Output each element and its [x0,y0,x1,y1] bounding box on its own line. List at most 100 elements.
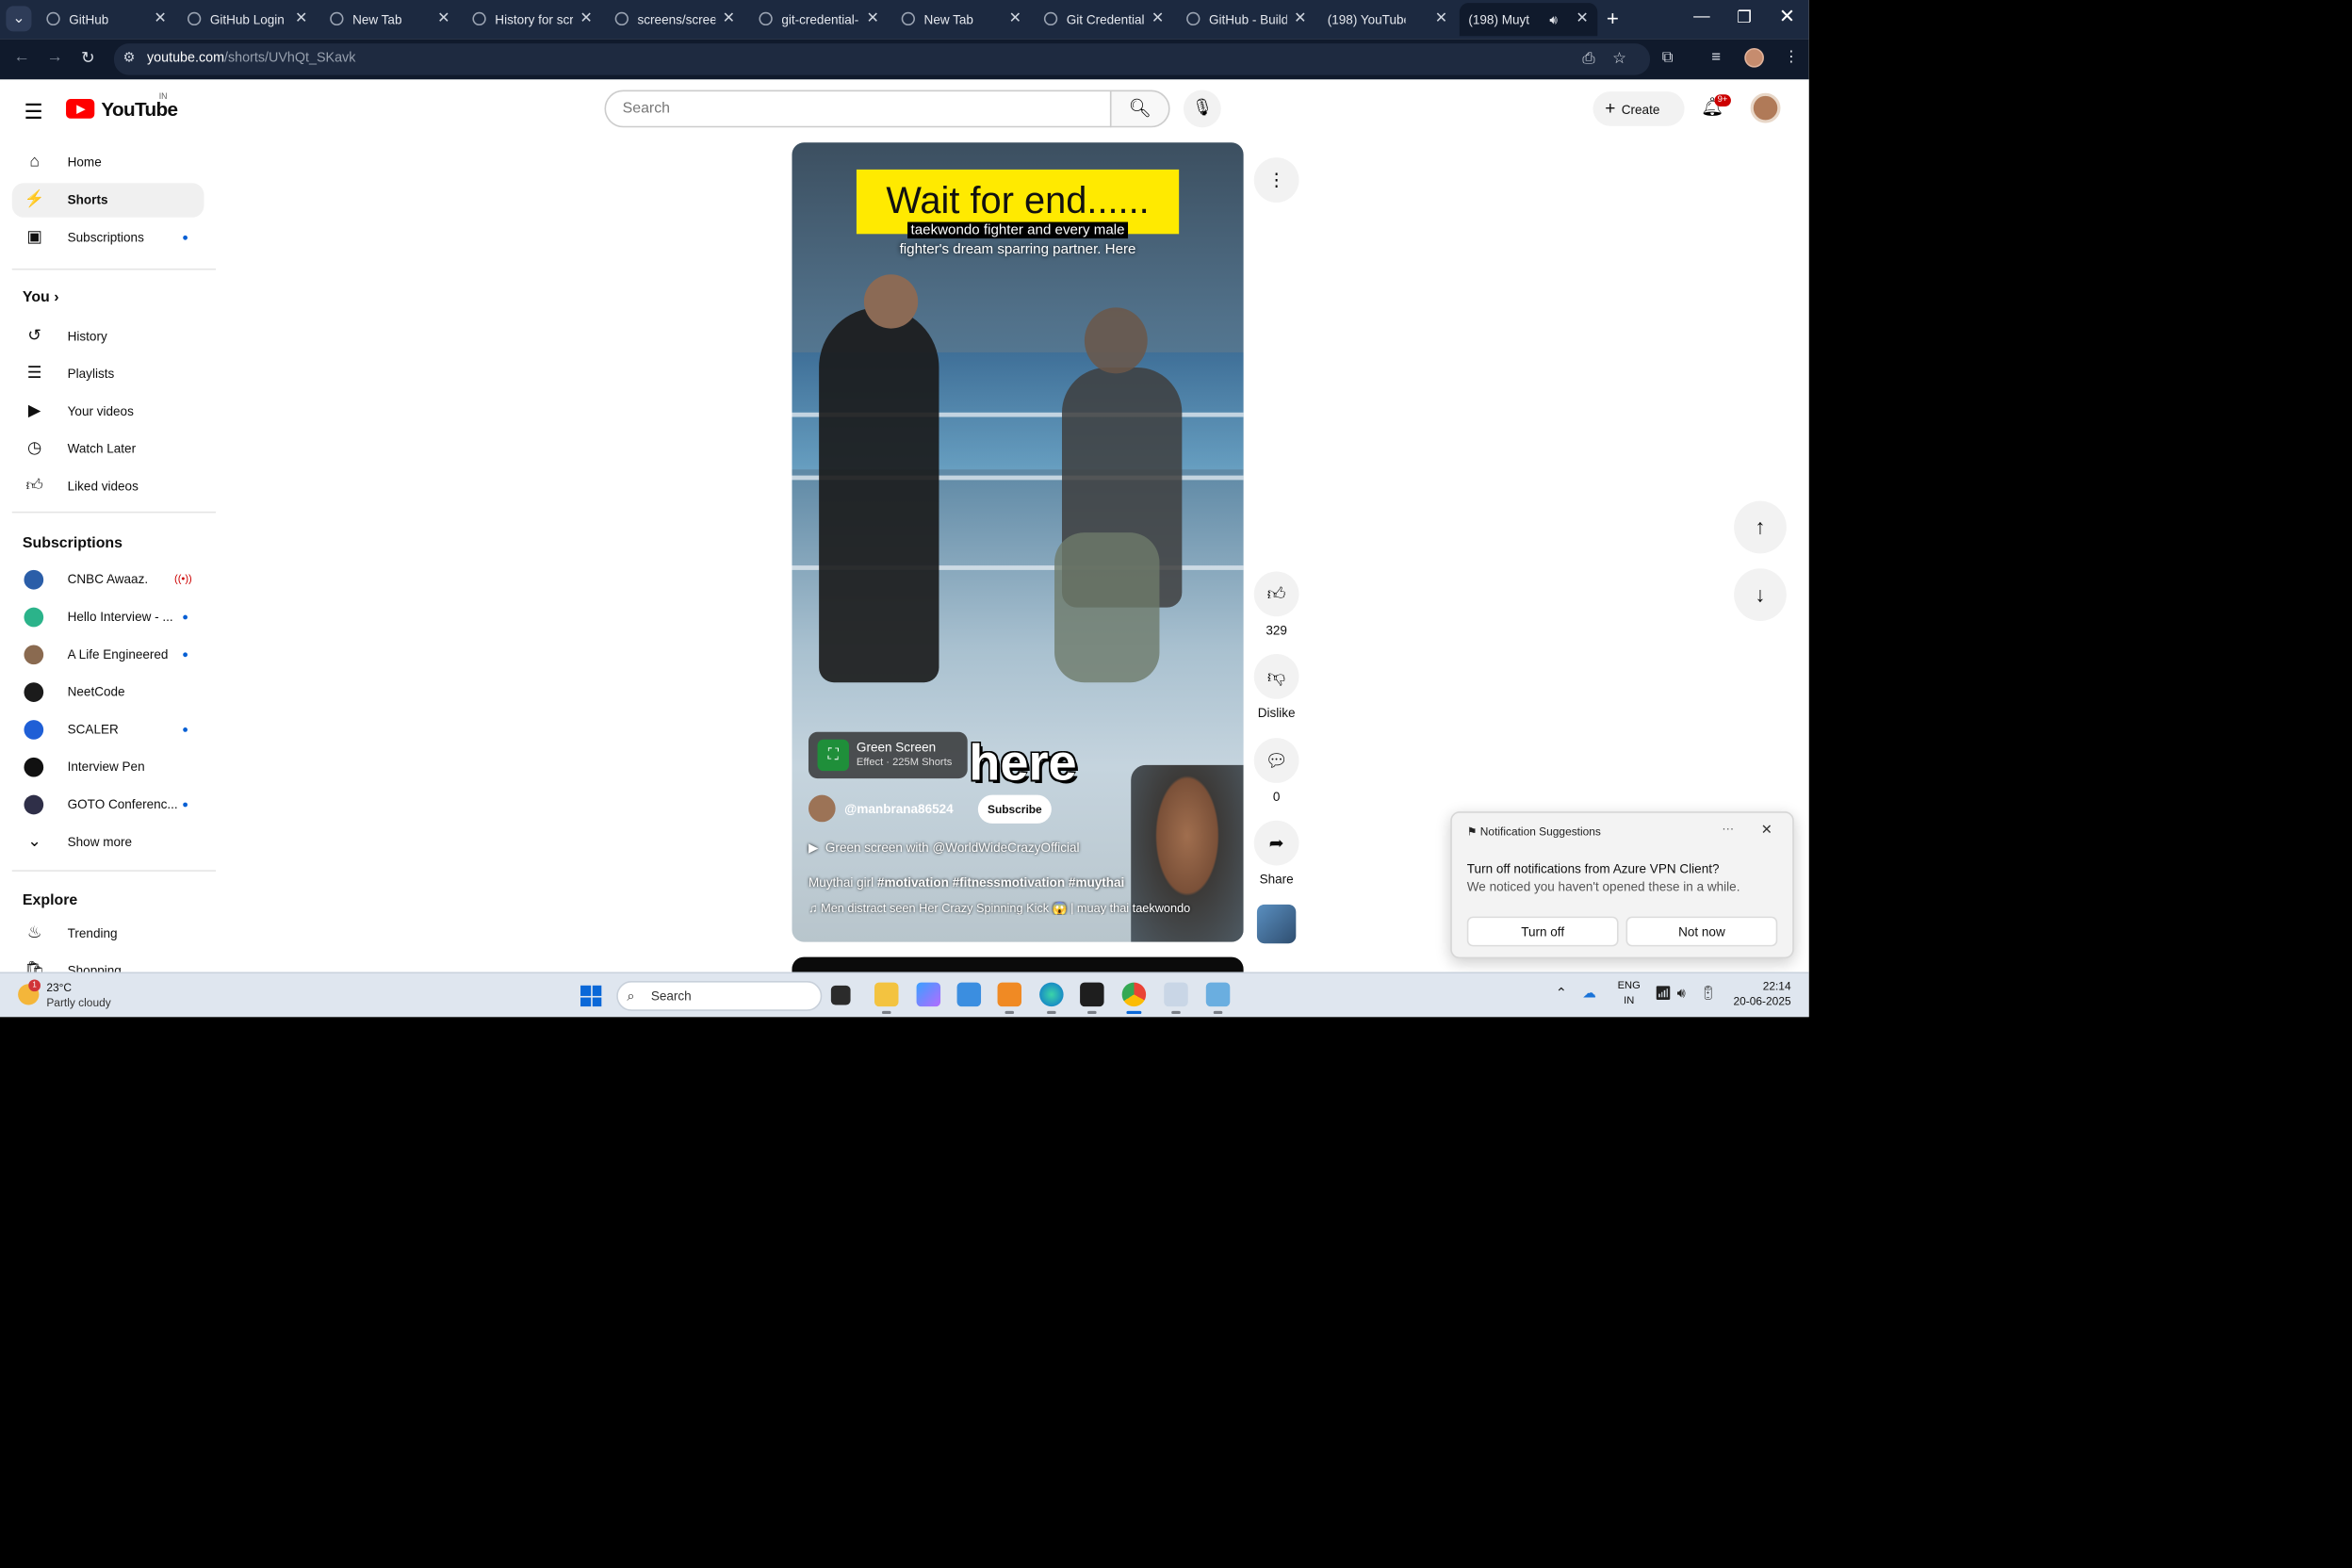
sidebar-item[interactable]: ↺ History [12,319,204,354]
sidebar-item[interactable]: 👍︎ Liked videos [12,469,204,504]
volume-icon[interactable]: 🔊︎ [1677,986,1686,1003]
sidebar-item[interactable]: Interview Pen [12,750,204,785]
tray-overflow-icon[interactable]: ⌃ [1556,986,1567,1003]
browser-tab[interactable]: New Tab ✕ [321,3,459,36]
browser-tab[interactable]: New Tab ✕ [892,3,1030,36]
sidebar-item[interactable]: SCALER [12,712,204,747]
green-screen-source[interactable]: ▶ Green screen with @WorldWideCrazyOffic… [808,840,1080,857]
browser-tab[interactable]: git-credential- ✕ [750,3,888,36]
browser-tab[interactable]: GitHub Login I ✕ [178,3,316,36]
short-video-player[interactable]: Wait for end...... taekwondo fighter and… [792,142,1244,942]
sidebar-item[interactable]: A Life Engineered [12,638,204,673]
onedrive-cloud-icon[interactable]: ☁ [1582,986,1595,1003]
hashtags[interactable]: #motivation #fitnessmotivation #muythai [877,874,1124,890]
office-app-icon[interactable] [997,982,1022,1015]
turn-off-button[interactable]: Turn off [1466,916,1619,947]
task-view-icon[interactable] [830,985,851,1005]
new-tab-button[interactable]: + [1607,6,1619,29]
comments-button[interactable]: 💬︎ [1253,738,1299,783]
previous-short-button[interactable]: ↑ [1734,500,1787,554]
sidebar-item[interactable]: ⚡ Shorts [11,183,204,218]
taskbar-search[interactable]: ⌕ Search [616,981,823,1011]
sidebar-item[interactable]: CNBC Awaaz. ((•)) [12,563,204,597]
wifi-icon[interactable]: 📶︎ [1655,986,1672,1003]
sidebar-item[interactable]: ☰ Playlists [12,357,204,392]
windows-start-icon[interactable] [580,985,602,1007]
close-tab-icon[interactable]: ✕ [437,3,449,36]
profile-avatar[interactable] [1744,47,1764,68]
subscribe-button[interactable]: Subscribe [977,794,1052,824]
browser-tab[interactable]: (198) Muyt 🔊︎ ✕ [1459,3,1598,93]
close-tab-icon[interactable]: ✕ [723,3,735,36]
sidebar-item[interactable]: ♨ Trending [12,917,204,952]
browser-tab[interactable]: screens/screen ✕ [606,3,743,36]
taskbar-clock[interactable]: 22:14 20-06-2025 [1728,979,1791,1009]
install-icon[interactable]: ⎙ [1582,50,1594,70]
tab-search-button[interactable]: ⌄ [6,6,32,32]
window-app-icon[interactable] [956,982,982,1007]
browser-tab[interactable]: History for scr ✕ [464,3,601,36]
share-button[interactable]: ➦ [1253,820,1299,866]
notification-more-icon[interactable]: ··· [1722,822,1734,835]
site-info-icon[interactable]: ⚙ [123,50,136,67]
browser-tab[interactable]: GitHub - Build ✕ [1178,3,1315,36]
bookmark-star-icon[interactable]: ☆ [1612,50,1626,68]
search-button[interactable]: 🔍︎ [1109,90,1170,128]
effect-chip[interactable]: ⛶ Green Screen Effect · 225M Shorts [808,731,968,779]
next-short-button[interactable]: ↓ [1734,568,1787,622]
youtube-logo[interactable]: YouTube IN [66,93,178,121]
file-explorer-icon[interactable] [874,982,899,1015]
close-window-icon[interactable]: ✕ [1779,5,1795,28]
voice-search-button[interactable]: 🎙︎ [1183,90,1221,128]
sidebar-item[interactable]: NeetCode [12,675,204,710]
short-description[interactable]: Muythai girl #motivation #fitnessmotivat… [808,874,1124,890]
language-indicator[interactable]: ENG IN [1614,979,1644,1009]
media-controls-icon[interactable]: ≡ [1711,48,1721,66]
terminal-icon[interactable] [1080,982,1104,1015]
you-section-heading[interactable]: You › [23,289,59,306]
sound-thumbnail[interactable] [1256,904,1297,944]
tab-audio-icon[interactable]: 🔊︎ [1549,3,1558,36]
extensions-icon[interactable]: ⧉ [1662,48,1674,68]
close-tab-icon[interactable]: ✕ [1009,3,1021,36]
browser-tab[interactable]: (198) YouTube ✕ [1318,3,1456,93]
remote-desktop-icon[interactable] [1205,982,1231,1015]
snipping-tool-icon[interactable] [1164,982,1188,1015]
notification-close-icon[interactable]: ✕ [1761,822,1772,839]
sidebar-item[interactable]: ▶ Your videos [12,395,204,430]
browser-tab[interactable]: GitHub ✕ [38,3,175,36]
guide-menu-icon[interactable]: ☰ [24,99,42,124]
close-tab-icon[interactable]: ✕ [866,3,878,36]
restore-icon[interactable]: ❐ [1737,8,1752,27]
sidebar-item[interactable]: 🛍︎ Shopping [12,954,204,972]
sidebar-item[interactable]: ⌂ Home [12,145,204,180]
sidebar-item[interactable]: Hello Interview - ... [12,600,204,635]
dislike-button[interactable]: 👎︎ [1253,654,1299,699]
battery-icon[interactable]: 🔋︎ [1700,986,1717,1003]
more-options-icon[interactable]: ⋮ [1253,157,1299,203]
edge-browser-icon[interactable] [1039,982,1064,1015]
account-avatar[interactable] [1750,92,1781,123]
close-tab-icon[interactable]: ✕ [154,3,166,36]
back-icon[interactable]: ← [13,48,30,66]
close-tab-icon[interactable]: ✕ [580,3,592,36]
reload-icon[interactable]: ↻ [81,48,95,68]
minimize-icon[interactable]: — [1693,8,1710,25]
search-input[interactable]: Search [604,90,1112,128]
sidebar-item[interactable]: ▣ Subscriptions [12,220,204,255]
music-line[interactable]: ♫ Men distract seen Her Crazy Spinning K… [808,902,1236,915]
close-tab-icon[interactable]: ✕ [1152,3,1164,36]
chrome-menu-icon[interactable]: ⋮ [1784,48,1800,66]
close-tab-icon[interactable]: ✕ [295,3,307,36]
browser-tab[interactable]: Git Credential M ✕ [1035,3,1172,36]
chrome-browser-icon[interactable] [1121,982,1147,1015]
sidebar-item[interactable]: GOTO Conferenc... [12,788,204,823]
address-bar[interactable]: ⚙ youtube.com/shorts/UVhQt_SKavk ⎙ ☆ [113,43,1650,75]
channel-name[interactable]: @manbrana86524 [844,801,954,816]
copilot-app-icon[interactable] [916,982,941,1007]
not-now-button[interactable]: Not now [1625,916,1778,947]
channel-avatar[interactable] [808,794,836,823]
sidebar-item[interactable]: ◷ Watch Later [12,432,204,466]
close-tab-icon[interactable]: ✕ [1576,3,1588,36]
close-tab-icon[interactable]: ✕ [1294,3,1306,36]
